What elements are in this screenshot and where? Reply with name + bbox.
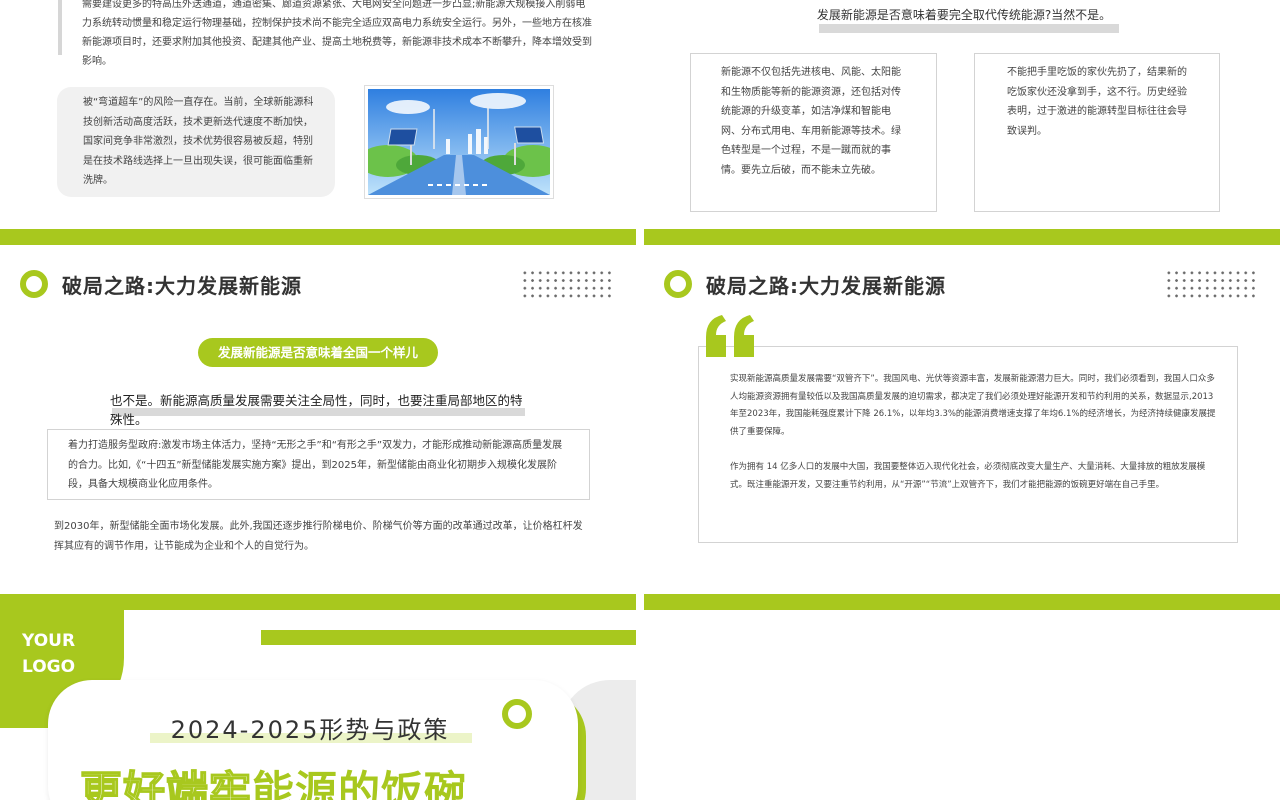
slide3-pill-heading: 发展新能源是否意味着全国一个样儿 bbox=[198, 338, 438, 367]
slide1-paragraph: 需要建设更多的特高压外送通道，通道密集、廊道资源紧张、大电网安全问题进一步凸显;… bbox=[82, 0, 592, 67]
dot-grid-decoration bbox=[521, 269, 613, 301]
logo-line-1: YOUR bbox=[22, 631, 76, 651]
slide3-title: 破局之路:大力发展新能源 bbox=[62, 274, 302, 298]
slide2-left-box: 新能源不仅包括先进核电、风能、太阳能和生物质能等新的能源资源，还包括对传统能源的… bbox=[690, 53, 937, 212]
slide-thumbnail-1[interactable]: 需要建设更多的特高压外送通道，通道密集、廊道资源紧张、大电网安全问题进一步凸显;… bbox=[0, 0, 636, 229]
slide2-right-box: 不能把手里吃饭的家伙先扔了，结果新的吃饭家伙还没拿到手，这不行。历史经验表明，过… bbox=[974, 53, 1220, 212]
year-title: 2024-2025形势与政策 bbox=[170, 716, 450, 744]
ring-icon bbox=[502, 699, 532, 729]
ring-icon bbox=[20, 270, 48, 298]
slide3-bottom-text: 到2030年，新型储能全面市场化发展。此外,我国还逐步推行阶梯电价、阶梯气价等方… bbox=[54, 521, 583, 552]
slide1-grey-card: 被“弯道超车”的风险一直存在。当前，全球新能源科技创新活动高度活跃，技术更新迭代… bbox=[57, 87, 335, 197]
slide4-paragraph-2: 作为拥有 14 亿多人口的发展中大国，我国要整体迈入现代化社会，必须彻底改变大量… bbox=[730, 462, 1206, 490]
slide-divider bbox=[644, 229, 1280, 245]
slide3-box: 着力打造服务型政府:激发市场主体活力，坚持“无形之手”和“有形之手”双发力，才能… bbox=[47, 429, 590, 500]
slide-thumbnail-2[interactable]: 发展新能源是否意味着要完全取代传统能源?当然不是。 新能源不仅包括先进核电、风能… bbox=[644, 0, 1280, 229]
logo-line-2: LOGO bbox=[22, 657, 76, 677]
ring-icon bbox=[664, 270, 692, 298]
logo: YOUR LOGO bbox=[22, 628, 75, 680]
slide-divider bbox=[0, 229, 636, 245]
slide-thumbnail-6[interactable] bbox=[644, 610, 1280, 800]
slide-thumbnail-5[interactable]: YOUR LOGO 2024-2025形势与政策 更好端牢能源的饭碗 bbox=[0, 610, 636, 800]
slide-divider bbox=[644, 594, 1280, 610]
slide-divider bbox=[0, 594, 636, 610]
slide-thumbnail-4[interactable]: 破局之路:大力发展新能源 实现新能源高质量发展需要“双管齐下”。我国风电、光伏等… bbox=[644, 245, 1280, 594]
dot-grid-decoration bbox=[1165, 269, 1257, 301]
main-title-outline: 更好端牢 bbox=[79, 766, 253, 800]
main-title-solid: 能源的饭碗 bbox=[252, 767, 468, 800]
quote-bar bbox=[58, 0, 62, 55]
main-title: 更好端牢能源的饭碗 bbox=[79, 758, 468, 800]
slide-thumbnail-3[interactable]: 破局之路:大力发展新能源 发展新能源是否意味着全国一个样儿 也不是。新能源高质量… bbox=[0, 245, 636, 594]
slide3-subtitle: 也不是。新能源高质量发展需要关注全局性，同时，也要注重局部地区的特殊性。 bbox=[110, 393, 523, 427]
green-bar-decoration bbox=[261, 630, 636, 645]
solar-road-illustration bbox=[365, 86, 553, 198]
quote-mark-icon bbox=[706, 315, 754, 357]
slide2-heading: 发展新能源是否意味着要完全取代传统能源?当然不是。 bbox=[816, 8, 1112, 22]
slide4-title: 破局之路:大力发展新能源 bbox=[706, 274, 946, 298]
slide4-paragraph-1: 实现新能源高质量发展需要“双管齐下”。我国风电、光伏等资源丰富，发展新能源潜力巨… bbox=[730, 374, 1216, 437]
heading-underline bbox=[819, 24, 1119, 33]
